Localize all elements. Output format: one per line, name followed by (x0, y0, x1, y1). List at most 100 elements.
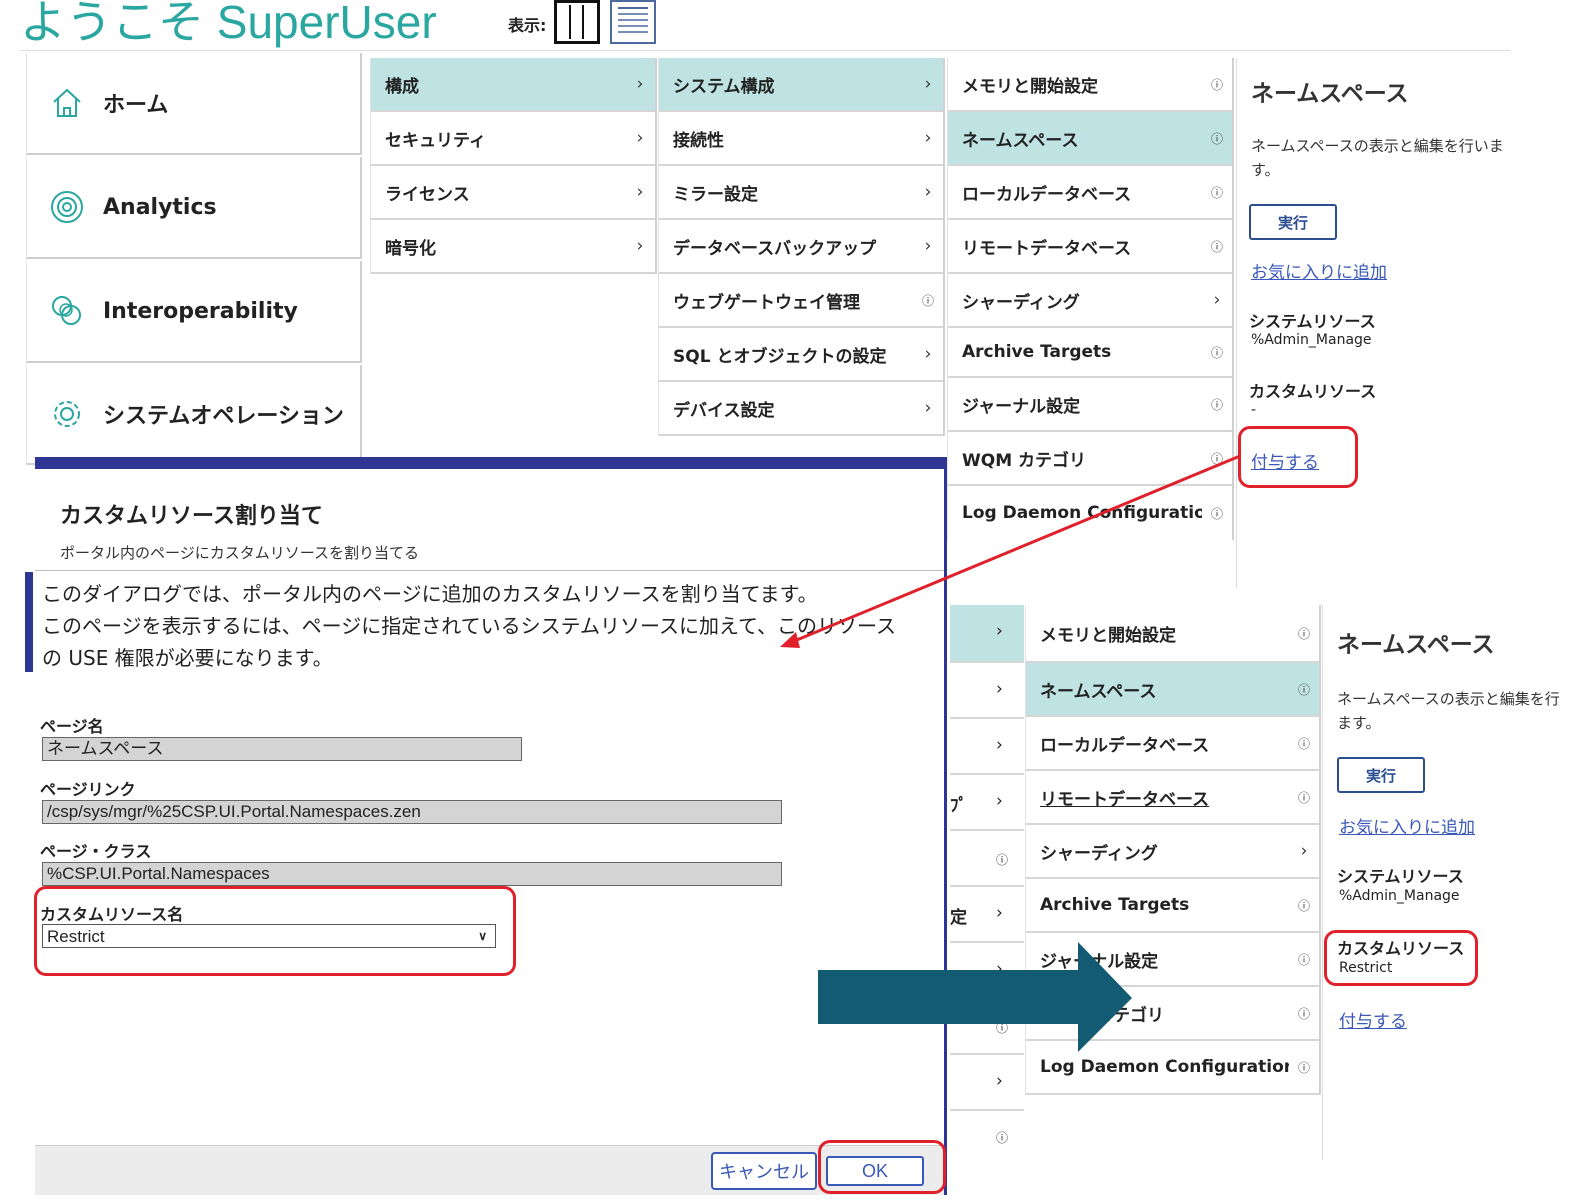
info-icon[interactable]: ⓘ (1289, 951, 1319, 968)
list-icon (618, 7, 648, 33)
col2b-row[interactable]: ⓘ (950, 833, 1024, 887)
column-2-fragment: › › › ﾌﾟ › ⓘ 定 › › ⓘ › ⓘ (950, 605, 1024, 1155)
col3-item-wqm[interactable]: WQM カテゴリ ⓘ (948, 432, 1232, 486)
col1-item-license[interactable]: ライセンス › (371, 166, 655, 220)
col3-item-log-daemon[interactable]: Log Daemon Configuration ⓘ (948, 486, 1232, 540)
col3-item-label: Archive Targets (962, 342, 1112, 362)
col1-item-config[interactable]: 構成 › (371, 58, 655, 112)
col2b-row[interactable]: › (950, 1057, 1024, 1111)
nav-item-label: ホーム (103, 93, 169, 118)
col2-item-db-backup[interactable]: データベースバックアップ › (659, 220, 943, 274)
col3-item-local-db[interactable]: ローカルデータベース ⓘ (948, 166, 1232, 220)
nav-item-system-operation[interactable]: システムオペレーション (26, 365, 362, 465)
col1-item-encryption[interactable]: 暗号化 › (371, 220, 655, 274)
col3b-item-namespace[interactable]: ネームスペース ⓘ (1026, 663, 1319, 717)
col3-item-namespace[interactable]: ネームスペース ⓘ (948, 112, 1232, 166)
ok-highlight (818, 1140, 946, 1194)
info-icon[interactable]: ⓘ (1202, 130, 1232, 147)
col2-item-web-gateway[interactable]: ウェブゲートウェイ管理 ⓘ (659, 274, 943, 328)
detail-title: ネームスペース (1337, 632, 1495, 658)
detail-description: ネームスペースの表示と編集を行います。 (1251, 137, 1504, 179)
info-icon[interactable]: ⓘ (1202, 505, 1232, 522)
dialog-divider (35, 570, 944, 571)
col3b-item-label: WQM カテゴリ (1040, 1005, 1165, 1026)
col2b-row[interactable]: 定 › (950, 889, 1024, 943)
add-favorite-link[interactable]: お気に入りに追加 (1251, 258, 1387, 283)
col3b-item-label: ローカルデータベース (1040, 735, 1210, 756)
col2-item-connectivity[interactable]: 接続性 › (659, 112, 943, 166)
col1-item-security[interactable]: セキュリティ › (371, 112, 655, 166)
info-icon[interactable]: ⓘ (1202, 344, 1232, 361)
col2-item-sql-settings[interactable]: SQL とオブジェクトの設定 › (659, 328, 943, 382)
dialog-note: このダイアログでは、ポータル内のページに追加のカスタムリソースを割り当てます。 … (42, 578, 942, 674)
col2b-row[interactable]: › (950, 605, 1024, 663)
col3b-item-archive-targets[interactable]: Archive Targets ⓘ (1026, 879, 1319, 933)
note-accent-bar (25, 572, 33, 672)
info-icon[interactable]: ⓘ (1202, 238, 1232, 255)
info-icon[interactable]: ⓘ (1289, 735, 1319, 752)
col2b-row[interactable]: ﾌﾟ › (950, 777, 1024, 831)
col2-item-label: システム構成 (673, 76, 775, 97)
execute-button[interactable]: 実行 (1249, 204, 1337, 240)
chevron-right-icon: › (996, 1071, 1003, 1091)
info-icon[interactable]: ⓘ (913, 292, 943, 309)
col1-item-label: 暗号化 (385, 238, 436, 259)
info-icon[interactable]: ⓘ (1202, 76, 1232, 93)
col3b-item-remote-db[interactable]: リモートデータベース ⓘ (1026, 771, 1319, 825)
custom-resource-highlight (1324, 930, 1478, 986)
col2-item-mirror[interactable]: ミラー設定 › (659, 166, 943, 220)
col3b-item-sharding[interactable]: シャーディング › (1026, 825, 1319, 879)
col3-item-sharding[interactable]: シャーディング › (948, 274, 1232, 328)
execute-button[interactable]: 実行 (1337, 757, 1425, 793)
system-resource-value: %Admin_Manage (1339, 888, 1460, 904)
info-icon[interactable]: ⓘ (996, 1129, 1008, 1146)
col2b-row[interactable]: › (950, 665, 1024, 719)
col3-item-label: WQM カテゴリ (962, 450, 1087, 471)
col2-item-device[interactable]: デバイス設定 › (659, 382, 943, 436)
info-icon[interactable]: ⓘ (996, 1019, 1008, 1036)
nav-item-analytics[interactable]: Analytics (26, 157, 362, 259)
info-icon[interactable]: ⓘ (1289, 681, 1319, 698)
col2b-row[interactable]: ⓘ (950, 1113, 1024, 1159)
col3b-item-label: ジャーナル設定 (1040, 951, 1159, 972)
info-icon[interactable]: ⓘ (1202, 450, 1232, 467)
nav-item-interoperability[interactable]: Interoperability (26, 261, 362, 363)
col1-item-label: ライセンス (385, 184, 470, 205)
col3b-item-memory[interactable]: メモリと開始設定 ⓘ (1026, 605, 1319, 663)
list-view-button[interactable] (610, 0, 656, 44)
col2b-row[interactable]: ⓘ (950, 1001, 1024, 1055)
col3b-item-local-db[interactable]: ローカルデータベース ⓘ (1026, 717, 1319, 771)
chevron-right-icon: › (636, 236, 644, 256)
col3b-item-wqm[interactable]: WQM カテゴリ ⓘ (1026, 987, 1319, 1041)
col2b-row[interactable]: › (950, 945, 1024, 999)
grant-link[interactable]: 付与する (1339, 1007, 1407, 1032)
info-icon[interactable]: ⓘ (996, 851, 1008, 868)
nav-item-home[interactable]: ホーム (26, 53, 362, 155)
chevron-right-icon: › (1213, 290, 1221, 310)
col3b-item-log-daemon[interactable]: Log Daemon Configuration ⓘ (1026, 1041, 1319, 1095)
info-icon[interactable]: ⓘ (1289, 897, 1319, 914)
col1-item-label: 構成 (385, 76, 419, 97)
info-icon[interactable]: ⓘ (1289, 1059, 1319, 1076)
col3-item-label: ジャーナル設定 (962, 396, 1081, 417)
col3-item-remote-db[interactable]: リモートデータベース ⓘ (948, 220, 1232, 274)
info-icon[interactable]: ⓘ (1289, 1005, 1319, 1022)
col2b-fragment-text: 定 (950, 908, 967, 928)
col3-item-journal[interactable]: ジャーナル設定 ⓘ (948, 378, 1232, 432)
info-icon[interactable]: ⓘ (1289, 789, 1319, 806)
col3-item-archive-targets[interactable]: Archive Targets ⓘ (948, 328, 1232, 378)
chevron-right-icon: › (924, 182, 932, 202)
col2-item-system-config[interactable]: システム構成 › (659, 58, 943, 112)
info-icon[interactable]: ⓘ (1202, 396, 1232, 413)
col2b-row[interactable]: › (950, 721, 1024, 775)
col3-item-label: ローカルデータベース (962, 184, 1132, 205)
info-icon[interactable]: ⓘ (1202, 184, 1232, 201)
info-icon[interactable]: ⓘ (1289, 625, 1319, 642)
col3-item-memory[interactable]: メモリと開始設定 ⓘ (948, 58, 1232, 112)
header-divider (20, 50, 1510, 51)
add-favorite-link[interactable]: お気に入りに追加 (1339, 813, 1475, 838)
cancel-button[interactable]: キャンセル (711, 1152, 817, 1190)
chevron-right-icon: › (636, 182, 644, 202)
columns-view-button[interactable] (554, 0, 600, 44)
col3b-item-journal[interactable]: ジャーナル設定 ⓘ (1026, 933, 1319, 987)
